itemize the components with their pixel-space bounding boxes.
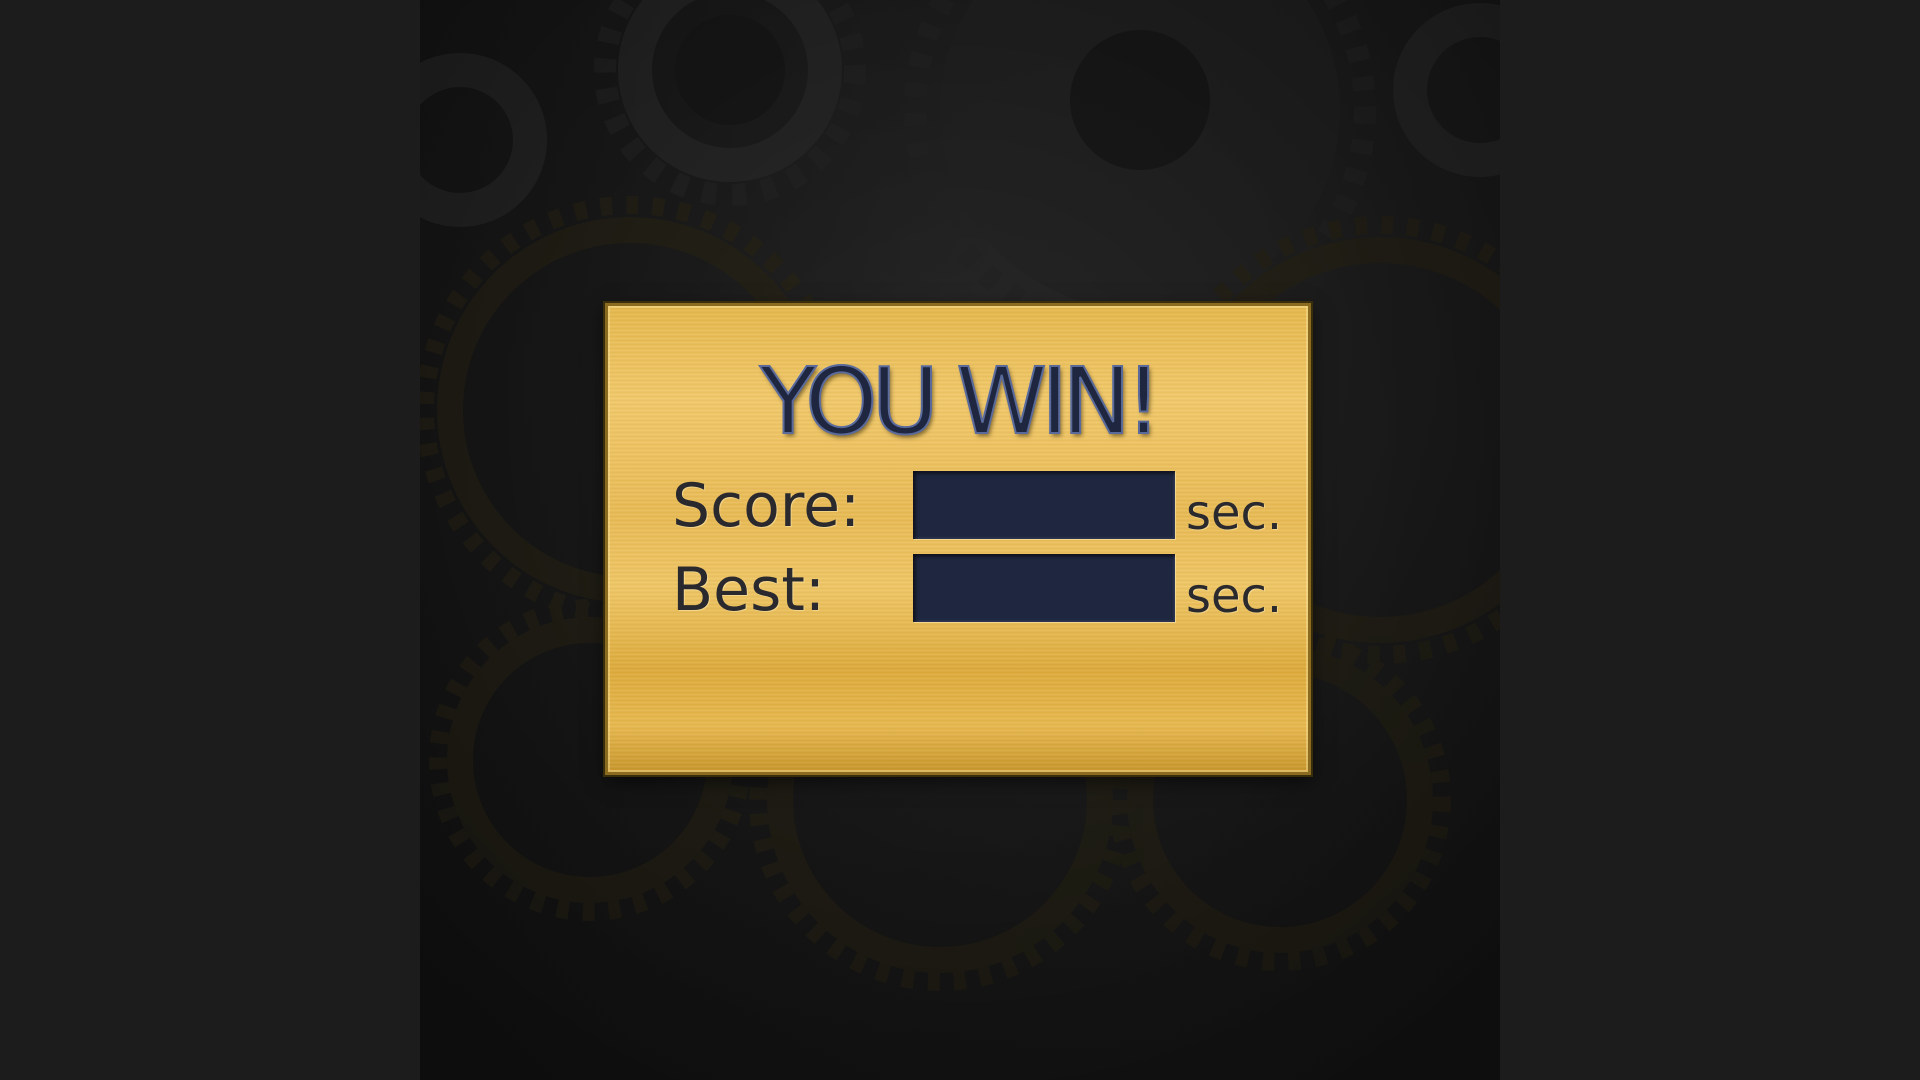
game-window: YOU WIN! Score: sec. Best: sec. <box>0 0 1920 1080</box>
win-plaque: YOU WIN! Score: sec. Best: sec. <box>605 303 1311 775</box>
score-value-box <box>913 471 1175 539</box>
best-value-box <box>913 554 1175 622</box>
best-label: Best: <box>672 555 826 625</box>
win-title: YOU WIN! <box>759 348 1163 455</box>
score-unit: sec. <box>1186 485 1283 541</box>
best-unit: sec. <box>1186 568 1283 624</box>
score-label: Score: <box>672 471 861 541</box>
